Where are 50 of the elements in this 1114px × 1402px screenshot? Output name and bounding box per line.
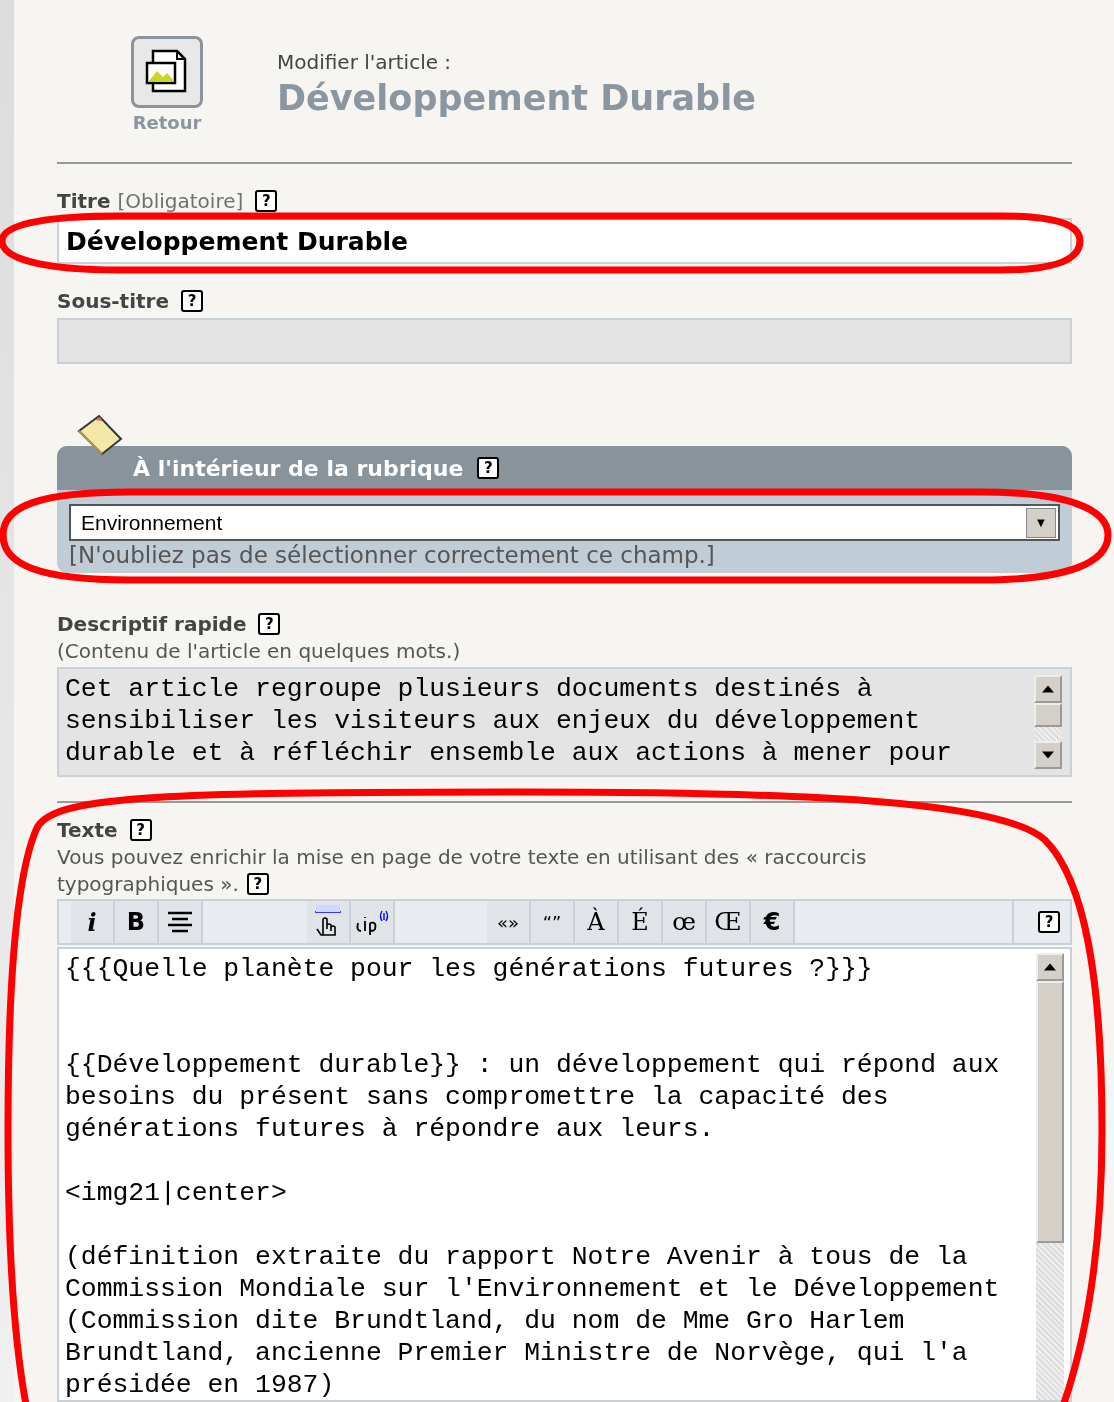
field-label: Sous-titre <box>57 289 169 313</box>
section-note: [N'oubliez pas de sélectionner correctement ce champ.] <box>69 541 716 569</box>
down-arrow-icon <box>1042 751 1054 759</box>
footnote-icon <box>355 909 389 935</box>
footnote-button[interactable] <box>351 901 395 943</box>
scrollbar-thumb[interactable] <box>1034 703 1062 727</box>
field-hint: Vous pouvez enrichir la mise en page de votre texte en utilisant des « raccourcis <box>57 844 867 869</box>
field-label: Texte <box>57 818 118 842</box>
format-button[interactable]: «» <box>487 901 531 943</box>
section-dropdown[interactable]: Environnement ▼ <box>69 504 1060 541</box>
field-hint: (Contenu de l'article en quelques mots.) <box>57 639 462 663</box>
text-editor[interactable]: {{{Quelle planète pour les générations futures ?}}} {{Développement durable}} : un développement qui répond aux besoins du présent sans compromettre la capacité des générations futures à répondre aux leurs. <img21|center> (définition extraite du rapport Notre Avenir à tous de la Commission Mondiale sur l'Environnement et le Développement (Commission dite Brundtland, du nom de Mme Gro Harlem Brundtland, ancienne Premier Ministre de Norvège, qui l'a présidée en 1987) <box>57 947 1072 1402</box>
format-button[interactable]: € <box>751 901 795 943</box>
format-button[interactable]: œ <box>663 901 707 943</box>
format-button[interactable]: B <box>115 901 159 943</box>
link-button[interactable] <box>307 901 351 943</box>
help-icon[interactable]: ? <box>129 819 152 841</box>
scroll-up-button[interactable] <box>1034 675 1062 703</box>
page-title: Développement Durable <box>277 78 756 118</box>
image-document-icon <box>145 49 189 95</box>
hand-cursor-icon <box>313 905 343 939</box>
format-button[interactable]: É <box>619 901 663 943</box>
align-center-icon <box>167 911 193 933</box>
help-icon[interactable]: ? <box>246 872 269 895</box>
scrollbar-thumb[interactable] <box>1036 981 1064 1243</box>
scrollbar-track[interactable] <box>1034 727 1062 741</box>
section-title: À l'intérieur de la rubrique <box>133 455 464 481</box>
scroll-up-button[interactable] <box>1036 953 1064 981</box>
folder-icon <box>75 413 125 457</box>
help-icon[interactable]: ? <box>477 457 500 479</box>
format-button[interactable]: À <box>575 901 619 943</box>
subtitle-field[interactable] <box>57 318 1072 364</box>
help-icon[interactable]: ? <box>1038 911 1060 933</box>
help-icon[interactable]: ? <box>255 190 278 212</box>
align-center-button[interactable] <box>159 901 203 943</box>
page-caption: Modifier l'article : <box>277 50 453 74</box>
back-button[interactable] <box>131 36 203 108</box>
field-hint: typographiques ». <box>57 871 239 896</box>
format-button[interactable]: “” <box>531 901 575 943</box>
up-arrow-icon <box>1042 685 1054 693</box>
up-arrow-icon <box>1044 963 1056 971</box>
format-button[interactable]: Œ <box>707 901 751 943</box>
scroll-down-button[interactable] <box>1034 741 1062 769</box>
format-button[interactable]: i <box>71 901 115 943</box>
field-label: Descriptif rapide <box>57 612 247 636</box>
summary-textarea[interactable]: Cet article regroupe plusieurs documents destinés à sensibiliser les visiteurs aux enjeux du développement durable et à réfléchir ensemble aux actions à mener pour <box>57 667 1072 777</box>
title-field[interactable]: Développement Durable <box>57 218 1072 264</box>
help-icon[interactable]: ? <box>181 290 203 312</box>
field-label: Titre [Obligatoire] <box>57 189 244 213</box>
help-icon[interactable]: ? <box>258 613 281 635</box>
